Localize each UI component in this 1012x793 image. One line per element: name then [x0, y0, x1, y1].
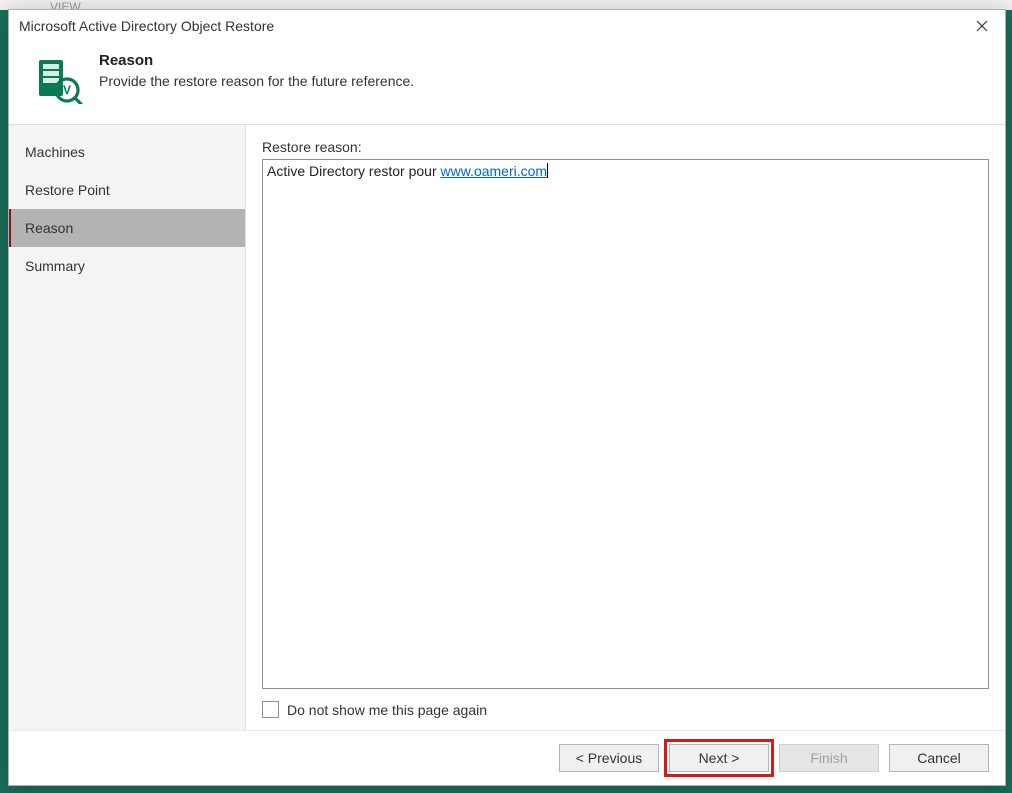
header-text: Reason Provide the restore reason for th…	[99, 52, 989, 89]
sidebar-item-machines[interactable]: Machines	[9, 133, 245, 171]
restore-reason-textarea[interactable]: Active Directory restor pour www.oameri.…	[262, 159, 989, 689]
restore-wizard-dialog: Microsoft Active Directory Object Restor…	[8, 9, 1006, 786]
dont-show-again-checkbox[interactable]	[262, 701, 279, 718]
button-label: Cancel	[917, 750, 961, 766]
svg-text:V: V	[63, 83, 71, 97]
sidebar-item-reason[interactable]: Reason	[9, 209, 245, 247]
dialog-body: Machines Restore Point Reason Summary Re…	[9, 125, 1005, 730]
sidebar-item-label: Restore Point	[25, 182, 110, 198]
cancel-button[interactable]: Cancel	[889, 744, 989, 772]
close-button[interactable]	[959, 10, 1005, 42]
text-caret	[547, 163, 548, 178]
button-label: < Previous	[576, 750, 643, 766]
finish-button: Finish	[779, 744, 879, 772]
sidebar-item-restore-point[interactable]: Restore Point	[9, 171, 245, 209]
dialog-titlebar: Microsoft Active Directory Object Restor…	[9, 10, 1005, 42]
sidebar-item-label: Summary	[25, 258, 85, 274]
dialog-footer: < Previous Next > Finish Cancel	[9, 730, 1005, 785]
button-label: Next >	[699, 750, 740, 766]
dialog-title: Microsoft Active Directory Object Restor…	[19, 18, 959, 34]
sidebar-item-label: Machines	[25, 144, 85, 160]
dialog-header: V Reason Provide the restore reason for …	[9, 42, 1005, 125]
next-button[interactable]: Next >	[669, 744, 769, 772]
restore-server-icon: V	[31, 52, 85, 106]
button-label: Finish	[810, 750, 847, 766]
wizard-sidebar: Machines Restore Point Reason Summary	[9, 125, 246, 730]
previous-button[interactable]: < Previous	[559, 744, 659, 772]
restore-reason-label: Restore reason:	[262, 139, 989, 155]
reason-text-link: www.oameri.com	[441, 163, 548, 179]
sidebar-item-label: Reason	[25, 220, 73, 236]
close-icon	[976, 20, 988, 32]
wizard-main-panel: Restore reason: Active Directory restor …	[246, 125, 1005, 730]
reason-text-plain: Active Directory restor pour	[267, 163, 441, 179]
header-subtitle: Provide the restore reason for the futur…	[99, 73, 989, 89]
dont-show-again-row: Do not show me this page again	[262, 701, 989, 718]
dont-show-again-label: Do not show me this page again	[287, 702, 487, 718]
sidebar-item-summary[interactable]: Summary	[9, 247, 245, 285]
header-title: Reason	[99, 52, 989, 69]
